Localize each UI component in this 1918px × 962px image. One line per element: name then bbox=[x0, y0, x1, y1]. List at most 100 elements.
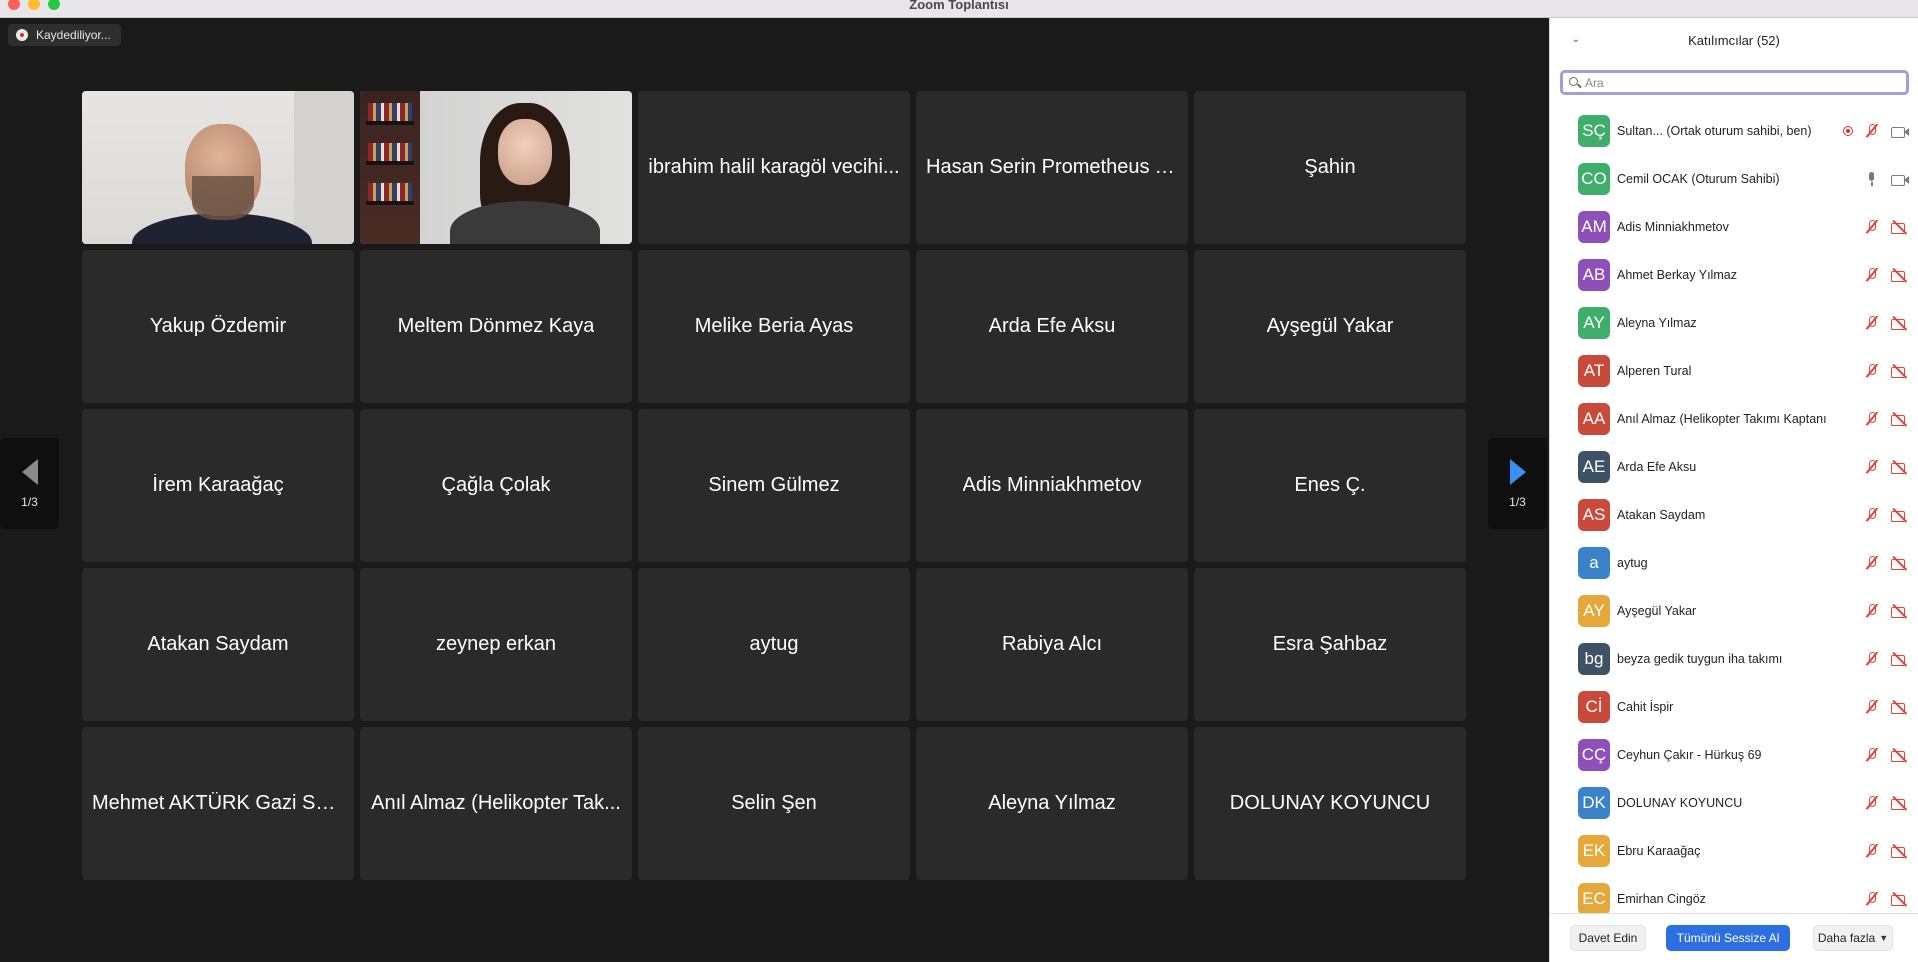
microphone-muted-icon[interactable] bbox=[1865, 219, 1879, 235]
participant-status-icons bbox=[1865, 363, 1909, 379]
participant-tile[interactable]: Rabiya Alcı bbox=[916, 568, 1188, 721]
participant-tile[interactable]: zeynep erkan bbox=[360, 568, 632, 721]
participant-tile[interactable]: İrem Karaağaç bbox=[82, 409, 354, 562]
participant-search-input[interactable] bbox=[1585, 75, 1885, 90]
microphone-muted-icon[interactable] bbox=[1865, 459, 1879, 475]
participant-row[interactable]: CO Cemil OCAK (Oturum Sahibi) bbox=[1550, 155, 1918, 203]
participant-name: Alperen Tural bbox=[1617, 364, 1692, 378]
participant-tile[interactable]: Anıl Almaz (Helikopter Tak... bbox=[360, 727, 632, 880]
video-camera-off-icon[interactable] bbox=[1891, 220, 1909, 234]
video-camera-off-icon[interactable] bbox=[1891, 412, 1909, 426]
participant-tile[interactable]: Yakup Özdemir bbox=[82, 250, 354, 403]
avatar: AA bbox=[1578, 403, 1610, 435]
microphone-muted-icon[interactable] bbox=[1865, 651, 1879, 667]
participant-row[interactable]: Cİ Cahit İspir bbox=[1550, 683, 1918, 731]
participant-tile[interactable]: Hasan Serin Prometheus T... bbox=[916, 91, 1188, 244]
microphone-muted-icon[interactable] bbox=[1865, 267, 1879, 283]
participant-row[interactable]: bg beyza gedik tuygun iha takımı bbox=[1550, 635, 1918, 683]
participant-row[interactable]: AY Ayşegül Yakar bbox=[1550, 587, 1918, 635]
video-camera-icon[interactable] bbox=[1891, 124, 1909, 138]
microphone-muted-icon[interactable] bbox=[1865, 699, 1879, 715]
avatar: a bbox=[1578, 547, 1610, 579]
video-tile[interactable] bbox=[360, 91, 632, 244]
participant-tile[interactable]: Mehmet AKTÜRK Gazi Sal... bbox=[82, 727, 354, 880]
participant-tile[interactable]: Aleyna Yılmaz bbox=[916, 727, 1188, 880]
participant-tile[interactable]: Esra Şahbaz bbox=[1194, 568, 1466, 721]
microphone-muted-icon[interactable] bbox=[1865, 747, 1879, 763]
avatar: CO bbox=[1578, 163, 1610, 195]
video-camera-off-icon[interactable] bbox=[1891, 796, 1909, 810]
microphone-muted-icon[interactable] bbox=[1865, 315, 1879, 331]
microphone-muted-icon[interactable] bbox=[1865, 123, 1879, 139]
chevron-down-icon: ▼ bbox=[1879, 933, 1889, 943]
previous-page-button[interactable]: 1/3 bbox=[0, 438, 59, 529]
microphone-muted-icon[interactable] bbox=[1865, 363, 1879, 379]
participant-tile[interactable]: Atakan Saydam bbox=[82, 568, 354, 721]
participant-tile[interactable]: Meltem Dönmez Kaya bbox=[360, 250, 632, 403]
video-camera-off-icon[interactable] bbox=[1891, 268, 1909, 282]
participant-tile[interactable]: Enes Ç. bbox=[1194, 409, 1466, 562]
participant-tile[interactable]: ibrahim halil karagöl vecihi... bbox=[638, 91, 910, 244]
participant-row[interactable]: DK DOLUNAY KOYUNCU bbox=[1550, 779, 1918, 827]
participant-status-icons bbox=[1865, 555, 1909, 571]
video-camera-off-icon[interactable] bbox=[1891, 508, 1909, 522]
video-camera-off-icon[interactable] bbox=[1891, 364, 1909, 378]
video-camera-off-icon[interactable] bbox=[1891, 892, 1909, 906]
participant-row[interactable]: AB Ahmet Berkay Yılmaz bbox=[1550, 251, 1918, 299]
video-camera-off-icon[interactable] bbox=[1891, 460, 1909, 474]
microphone-muted-icon[interactable] bbox=[1865, 555, 1879, 571]
participant-tile[interactable]: Arda Efe Aksu bbox=[916, 250, 1188, 403]
video-camera-off-icon[interactable] bbox=[1891, 652, 1909, 666]
video-camera-off-icon[interactable] bbox=[1891, 604, 1909, 618]
participant-row[interactable]: AS Atakan Saydam bbox=[1550, 491, 1918, 539]
microphone-muted-icon[interactable] bbox=[1865, 411, 1879, 427]
participant-row[interactable]: AA Anıl Almaz (Helikopter Takımı Kaptanı bbox=[1550, 395, 1918, 443]
next-page-button[interactable]: 1/3 bbox=[1488, 438, 1547, 529]
mute-all-button[interactable]: Tümünü Sessize Al bbox=[1666, 925, 1790, 951]
invite-button[interactable]: Davet Edin bbox=[1570, 925, 1646, 951]
microphone-muted-icon[interactable] bbox=[1865, 843, 1879, 859]
participant-row[interactable]: EC Emirhan Cingöz bbox=[1550, 875, 1918, 913]
participant-row[interactable]: AM Adis Minniakhmetov bbox=[1550, 203, 1918, 251]
microphone-muted-icon[interactable] bbox=[1865, 507, 1879, 523]
participants-panel: ⌄ Katılımcılar (52) SÇ Sultan... (Ortak o… bbox=[1549, 18, 1918, 962]
avatar: CÇ bbox=[1578, 739, 1610, 771]
participant-tile[interactable]: Ayşegül Yakar bbox=[1194, 250, 1466, 403]
participant-row[interactable]: EK Ebru Karaağaç bbox=[1550, 827, 1918, 875]
participant-row[interactable]: a aytug bbox=[1550, 539, 1918, 587]
participant-name: Adis Minniakhmetov bbox=[1617, 220, 1729, 234]
video-camera-off-icon[interactable] bbox=[1891, 316, 1909, 330]
video-camera-off-icon[interactable] bbox=[1891, 844, 1909, 858]
video-tile[interactable] bbox=[82, 91, 354, 244]
microphone-muted-icon[interactable] bbox=[1865, 603, 1879, 619]
participant-search-box[interactable] bbox=[1560, 70, 1909, 95]
participant-tile[interactable]: Selin Şen bbox=[638, 727, 910, 880]
participant-tile-name: Atakan Saydam bbox=[147, 633, 289, 655]
participant-row[interactable]: AY Aleyna Yılmaz bbox=[1550, 299, 1918, 347]
participant-row[interactable]: AE Arda Efe Aksu bbox=[1550, 443, 1918, 491]
chevron-down-icon[interactable]: ⌄ bbox=[1568, 31, 1584, 47]
video-camera-off-icon[interactable] bbox=[1891, 700, 1909, 714]
avatar: DK bbox=[1578, 787, 1610, 819]
participant-tile[interactable]: Çağla Çolak bbox=[360, 409, 632, 562]
participant-tile-name: İrem Karaağaç bbox=[152, 474, 284, 496]
participant-row[interactable]: AT Alperen Tural bbox=[1550, 347, 1918, 395]
microphone-muted-icon[interactable] bbox=[1865, 795, 1879, 811]
participant-tile[interactable]: DOLUNAY KOYUNCU bbox=[1194, 727, 1466, 880]
participant-row[interactable]: SÇ Sultan... (Ortak oturum sahibi, ben) bbox=[1550, 107, 1918, 155]
participant-status-icons bbox=[1865, 507, 1909, 523]
participant-tile[interactable]: Şahin bbox=[1194, 91, 1466, 244]
participant-row[interactable]: CÇ Ceyhun Çakır - Hürkuş 69 bbox=[1550, 731, 1918, 779]
participant-tile[interactable]: Sinem Gülmez bbox=[638, 409, 910, 562]
participant-tile[interactable]: Melike Beria Ayas bbox=[638, 250, 910, 403]
more-button[interactable]: Daha fazla ▼ bbox=[1813, 925, 1893, 951]
recording-indicator[interactable]: Kaydediliyor... bbox=[8, 24, 121, 46]
microphone-muted-icon[interactable] bbox=[1865, 891, 1879, 907]
more-button-label: Daha fazla bbox=[1817, 931, 1876, 945]
participant-tile[interactable]: Adis Minniakhmetov bbox=[916, 409, 1188, 562]
video-camera-off-icon[interactable] bbox=[1891, 748, 1909, 762]
participant-tile[interactable]: aytug bbox=[638, 568, 910, 721]
microphone-icon[interactable] bbox=[1865, 171, 1879, 187]
video-camera-off-icon[interactable] bbox=[1891, 556, 1909, 570]
video-camera-icon[interactable] bbox=[1891, 172, 1909, 186]
